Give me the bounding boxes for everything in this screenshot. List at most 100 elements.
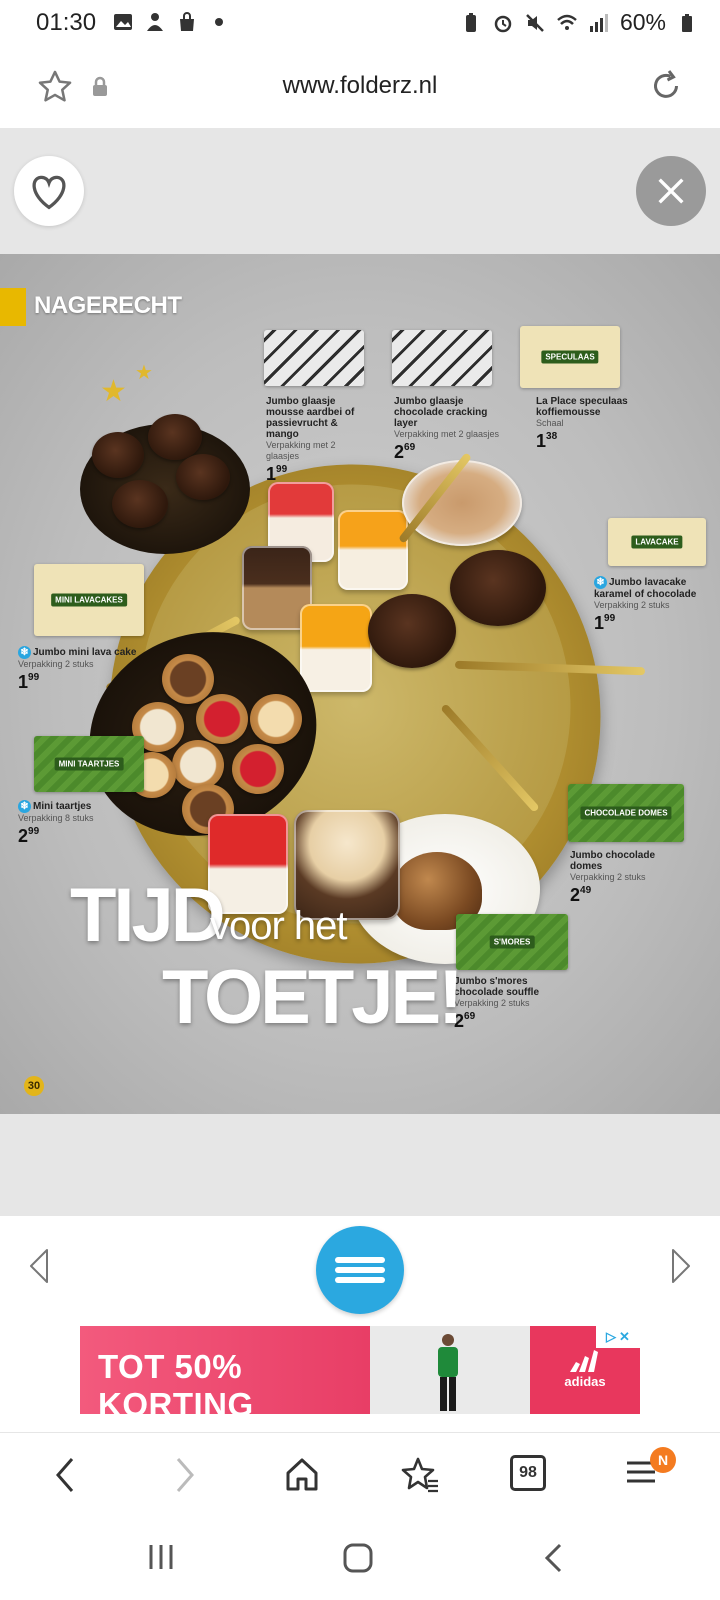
- product-pack-lavacake[interactable]: LAVACAKE: [608, 518, 706, 566]
- product-info: Jumbo glaasje chocolade cracking layer V…: [394, 396, 504, 463]
- flyer-page[interactable]: NAGERECHT ★ ★ SPECULAAS LAVACAKE MINI LA…: [0, 254, 720, 1114]
- product-name: Jumbo chocolade domes: [570, 850, 656, 872]
- product-pack-cracking-layer[interactable]: [392, 330, 492, 386]
- battery-icon: [682, 13, 692, 32]
- lava-cake: [112, 480, 168, 528]
- product-info: Jumbo chocolade domes Verpakking 2 stuks…: [570, 850, 682, 906]
- image-icon: [114, 14, 132, 30]
- next-page-icon[interactable]: [670, 1248, 692, 1284]
- ad-left-panel: TOT 50% KORTING: [80, 1326, 370, 1414]
- tabs-count[interactable]: 98: [510, 1455, 546, 1491]
- page-number: 30: [24, 1076, 44, 1096]
- recents-icon[interactable]: [146, 1542, 176, 1572]
- pack-label: S'MORES: [489, 935, 535, 949]
- close-icon: [658, 178, 684, 204]
- product-name: ❄ Jumbo mini lava cake: [18, 646, 138, 659]
- product-package: Schaal: [536, 418, 564, 428]
- battery-saver-icon: [465, 12, 476, 32]
- ad-brand-panel: adidas ▷ ✕: [530, 1326, 640, 1414]
- ad-close-icon[interactable]: ✕: [619, 1329, 630, 1345]
- lava-cake: [148, 414, 202, 460]
- product-price: 199: [18, 672, 40, 692]
- product-pack-mousse[interactable]: [264, 330, 364, 386]
- lava-cake-caramel: [450, 550, 546, 626]
- forward-icon[interactable]: [172, 1455, 198, 1495]
- ad-headline: TOT 50% KORTING: [98, 1348, 254, 1414]
- product-pack-smores[interactable]: S'MORES: [456, 914, 568, 970]
- back-nav-icon[interactable]: [542, 1542, 566, 1574]
- product-pack-mini-tart[interactable]: MINI TAARTJES: [34, 736, 144, 792]
- lava-cake: [92, 432, 144, 478]
- status-time: 01:30: [36, 9, 97, 36]
- reload-icon[interactable]: [648, 68, 684, 104]
- wifi-icon: [557, 14, 577, 30]
- product-package: Verpakking 2 stuks: [594, 600, 670, 610]
- close-button[interactable]: [636, 156, 706, 226]
- home-icon[interactable]: [284, 1455, 320, 1493]
- product-info: Jumbo s'mores chocolade souffle Verpakki…: [454, 976, 566, 1032]
- bookmarks-icon[interactable]: [400, 1455, 440, 1495]
- heart-icon: [32, 175, 66, 210]
- section-marker: [0, 288, 26, 326]
- product-info: Jumbo glaasje mousse aardbei of passievr…: [266, 396, 370, 485]
- pack-label: MINI TAARTJES: [54, 757, 124, 771]
- adchoices-icon: ▷: [606, 1329, 617, 1344]
- product-pack-mini-lava[interactable]: MINI LAVACAKES: [34, 564, 144, 636]
- dessert-glass-mango: [338, 510, 408, 590]
- product-package: Verpakking met 2 glaasjes: [394, 429, 500, 439]
- product-name: Jumbo glaasje chocolade cracking layer: [394, 396, 488, 429]
- person-icon: [147, 13, 163, 31]
- product-name: La Place speculaas koffiemousse: [536, 396, 628, 418]
- battery-percent: 60%: [619, 9, 666, 35]
- hero-headline-line2: voor het: [210, 904, 348, 948]
- home-nav-icon[interactable]: [342, 1542, 374, 1574]
- favorite-button[interactable]: [14, 156, 84, 226]
- ad-image-panel: [370, 1326, 530, 1414]
- athlete-figure: [438, 1334, 458, 1411]
- ad-brand-name: adidas: [564, 1374, 606, 1389]
- product-name: Jumbo s'mores chocolade souffle: [454, 976, 540, 998]
- product-package: Verpakking met 2 glaasjes: [266, 440, 336, 461]
- flyer-viewer: NAGERECHT ★ ★ SPECULAAS LAVACAKE MINI LA…: [0, 128, 720, 1240]
- mini-tart: [250, 694, 302, 744]
- product-pack-domes[interactable]: CHOCOLADE DOMES: [568, 784, 684, 842]
- back-icon[interactable]: [52, 1455, 78, 1495]
- product-price: 269: [454, 1011, 476, 1031]
- mini-tart: [162, 654, 214, 704]
- product-price: 199: [594, 613, 616, 633]
- product-pack-speculaas[interactable]: SPECULAAS: [520, 326, 620, 388]
- product-price: 138: [536, 431, 558, 451]
- bag-icon: [180, 12, 194, 31]
- status-bar: 01:30 60%: [0, 0, 720, 48]
- android-navigation-bar: [0, 1520, 720, 1600]
- product-package: Verpakking 2 stuks: [454, 998, 530, 1008]
- product-info: ❄ Mini taartjes Verpakking 8 stuks 299: [18, 800, 138, 847]
- previous-page-icon[interactable]: [28, 1248, 50, 1284]
- url-text[interactable]: www.folderz.nl: [0, 72, 720, 100]
- product-package: Verpakking 8 stuks: [18, 813, 94, 823]
- browser-toolbar: 98 N: [0, 1432, 720, 1520]
- flyer-navigation: [0, 1216, 720, 1314]
- dessert-glass-mango-2: [300, 604, 372, 692]
- pack-label: SPECULAAS: [541, 350, 599, 364]
- hero-headline-line1: TIJD: [70, 873, 226, 958]
- mute-icon: [526, 13, 544, 32]
- product-price: 249: [570, 885, 592, 905]
- product-package: Verpakking 2 stuks: [570, 872, 646, 882]
- mini-tart: [232, 744, 284, 794]
- menu-icon: [335, 1253, 385, 1287]
- lava-cake: [176, 454, 230, 500]
- menu-button[interactable]: [316, 1226, 404, 1314]
- alarm-icon: [494, 15, 512, 32]
- hero-headline-line3: TOETJE!: [162, 955, 464, 1040]
- product-info: ❄ Jumbo mini lava cake Verpakking 2 stuks…: [18, 646, 138, 693]
- pack-label: CHOCOLADE DOMES: [580, 806, 672, 820]
- frozen-icon: ❄: [18, 800, 31, 813]
- product-name: ❄ Jumbo lavacake karamel of chocolade: [594, 576, 697, 600]
- product-name: ❄ Mini taartjes: [18, 800, 138, 813]
- ad-choices[interactable]: ▷ ✕: [596, 1326, 640, 1348]
- ad-banner[interactable]: TOT 50% KORTING adidas ▷ ✕: [80, 1326, 640, 1414]
- product-price: 269: [394, 442, 416, 462]
- pack-label: MINI LAVACAKES: [51, 593, 127, 607]
- star-decoration: ★: [100, 375, 127, 408]
